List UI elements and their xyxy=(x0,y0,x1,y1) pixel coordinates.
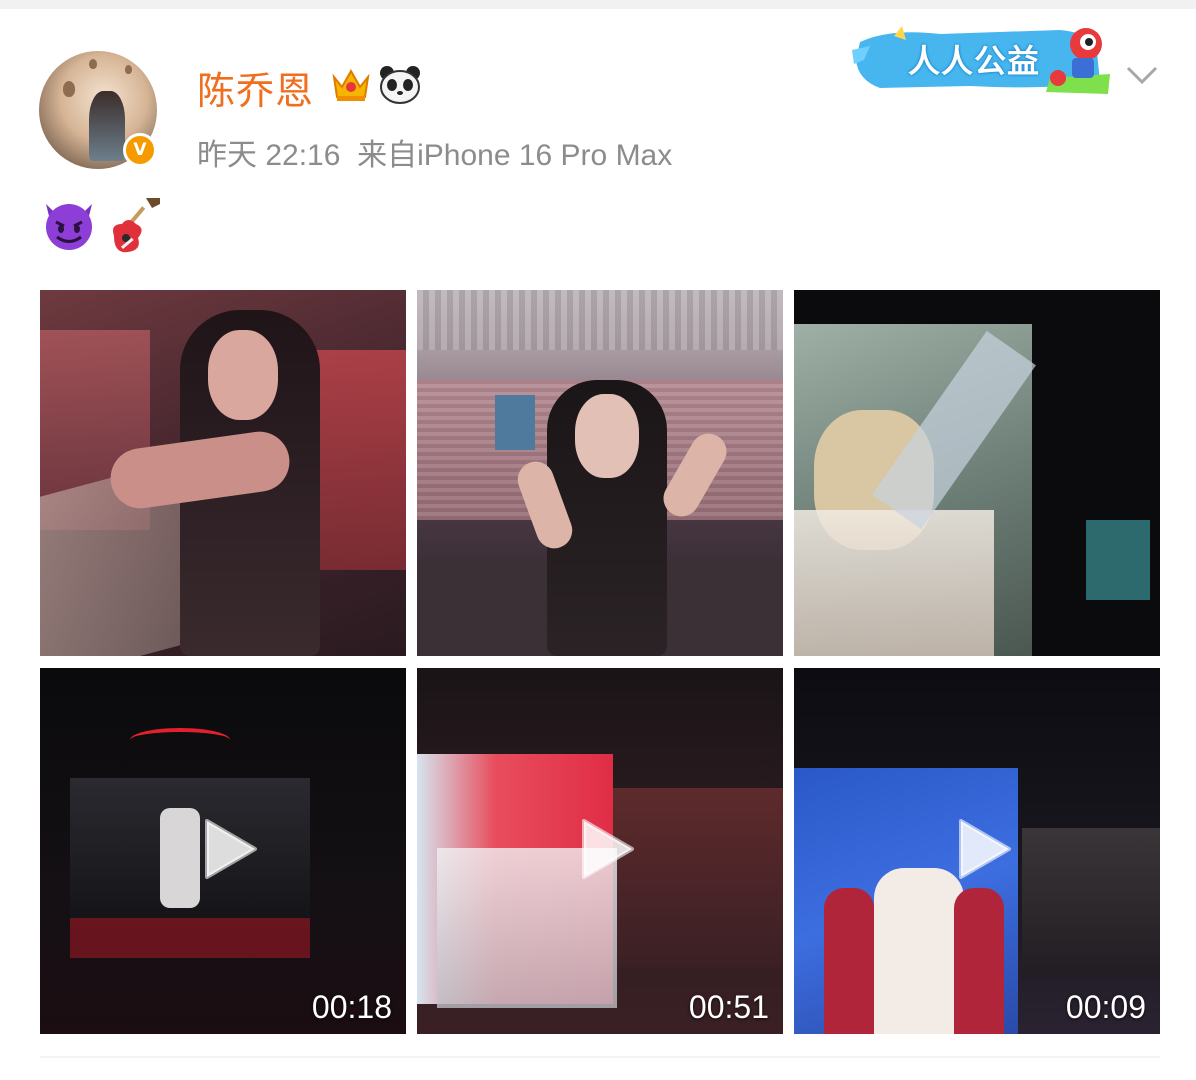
media-photo-1[interactable] xyxy=(40,290,406,656)
play-icon[interactable] xyxy=(203,817,259,881)
play-icon[interactable] xyxy=(957,817,1013,881)
media-photo-3[interactable] xyxy=(794,290,1160,656)
smiling-devil-icon xyxy=(46,204,92,250)
top-separator xyxy=(0,0,1196,9)
roof-region xyxy=(417,290,783,350)
panda-badge-icon[interactable] xyxy=(378,63,422,105)
post-meta: 昨天 22:16 来自iPhone 16 Pro Max xyxy=(197,130,672,174)
verified-badge-icon: V xyxy=(123,133,157,167)
video-duration: 00:09 xyxy=(1065,989,1146,1025)
avatar-figure xyxy=(89,91,125,161)
stage-set-region xyxy=(1022,828,1160,978)
stage-floor-region xyxy=(70,918,310,958)
dancer-region xyxy=(824,888,874,1034)
play-icon[interactable] xyxy=(580,817,636,881)
video-duration: 00:18 xyxy=(311,989,392,1025)
crown-badge-icon[interactable] xyxy=(330,63,372,105)
guitar-icon xyxy=(113,198,160,253)
post-source: 来自iPhone 16 Pro Max xyxy=(357,139,673,172)
side-screen-region xyxy=(1086,520,1150,600)
media-video-3[interactable]: 00:09 xyxy=(794,668,1160,1034)
post-divider xyxy=(40,1056,1160,1058)
balloon-decoration xyxy=(63,81,75,97)
promo-label[interactable]: 人人公益 xyxy=(908,36,1040,82)
stage-set-region xyxy=(613,788,783,968)
media-photo-2[interactable] xyxy=(417,290,783,656)
chevron-down-icon[interactable] xyxy=(1124,60,1160,90)
performer-region xyxy=(874,868,964,1034)
post-timestamp: 昨天 22:16 xyxy=(197,139,341,172)
video-duration: 00:51 xyxy=(688,989,769,1025)
dancer-region xyxy=(954,888,1004,1034)
costume-region xyxy=(794,510,994,656)
face-region xyxy=(575,394,639,478)
stage-screen-region xyxy=(495,395,535,450)
media-video-2[interactable]: 00:51 xyxy=(417,668,783,1034)
media-video-1[interactable]: 00:18 xyxy=(40,668,406,1034)
balloon-decoration xyxy=(125,65,132,74)
face-region xyxy=(208,330,278,420)
stage-light-arc xyxy=(130,728,230,752)
balloon-decoration xyxy=(89,59,97,69)
username[interactable]: 陈乔恩 xyxy=(197,60,314,115)
post-text xyxy=(40,194,164,258)
performer-region xyxy=(160,808,200,908)
